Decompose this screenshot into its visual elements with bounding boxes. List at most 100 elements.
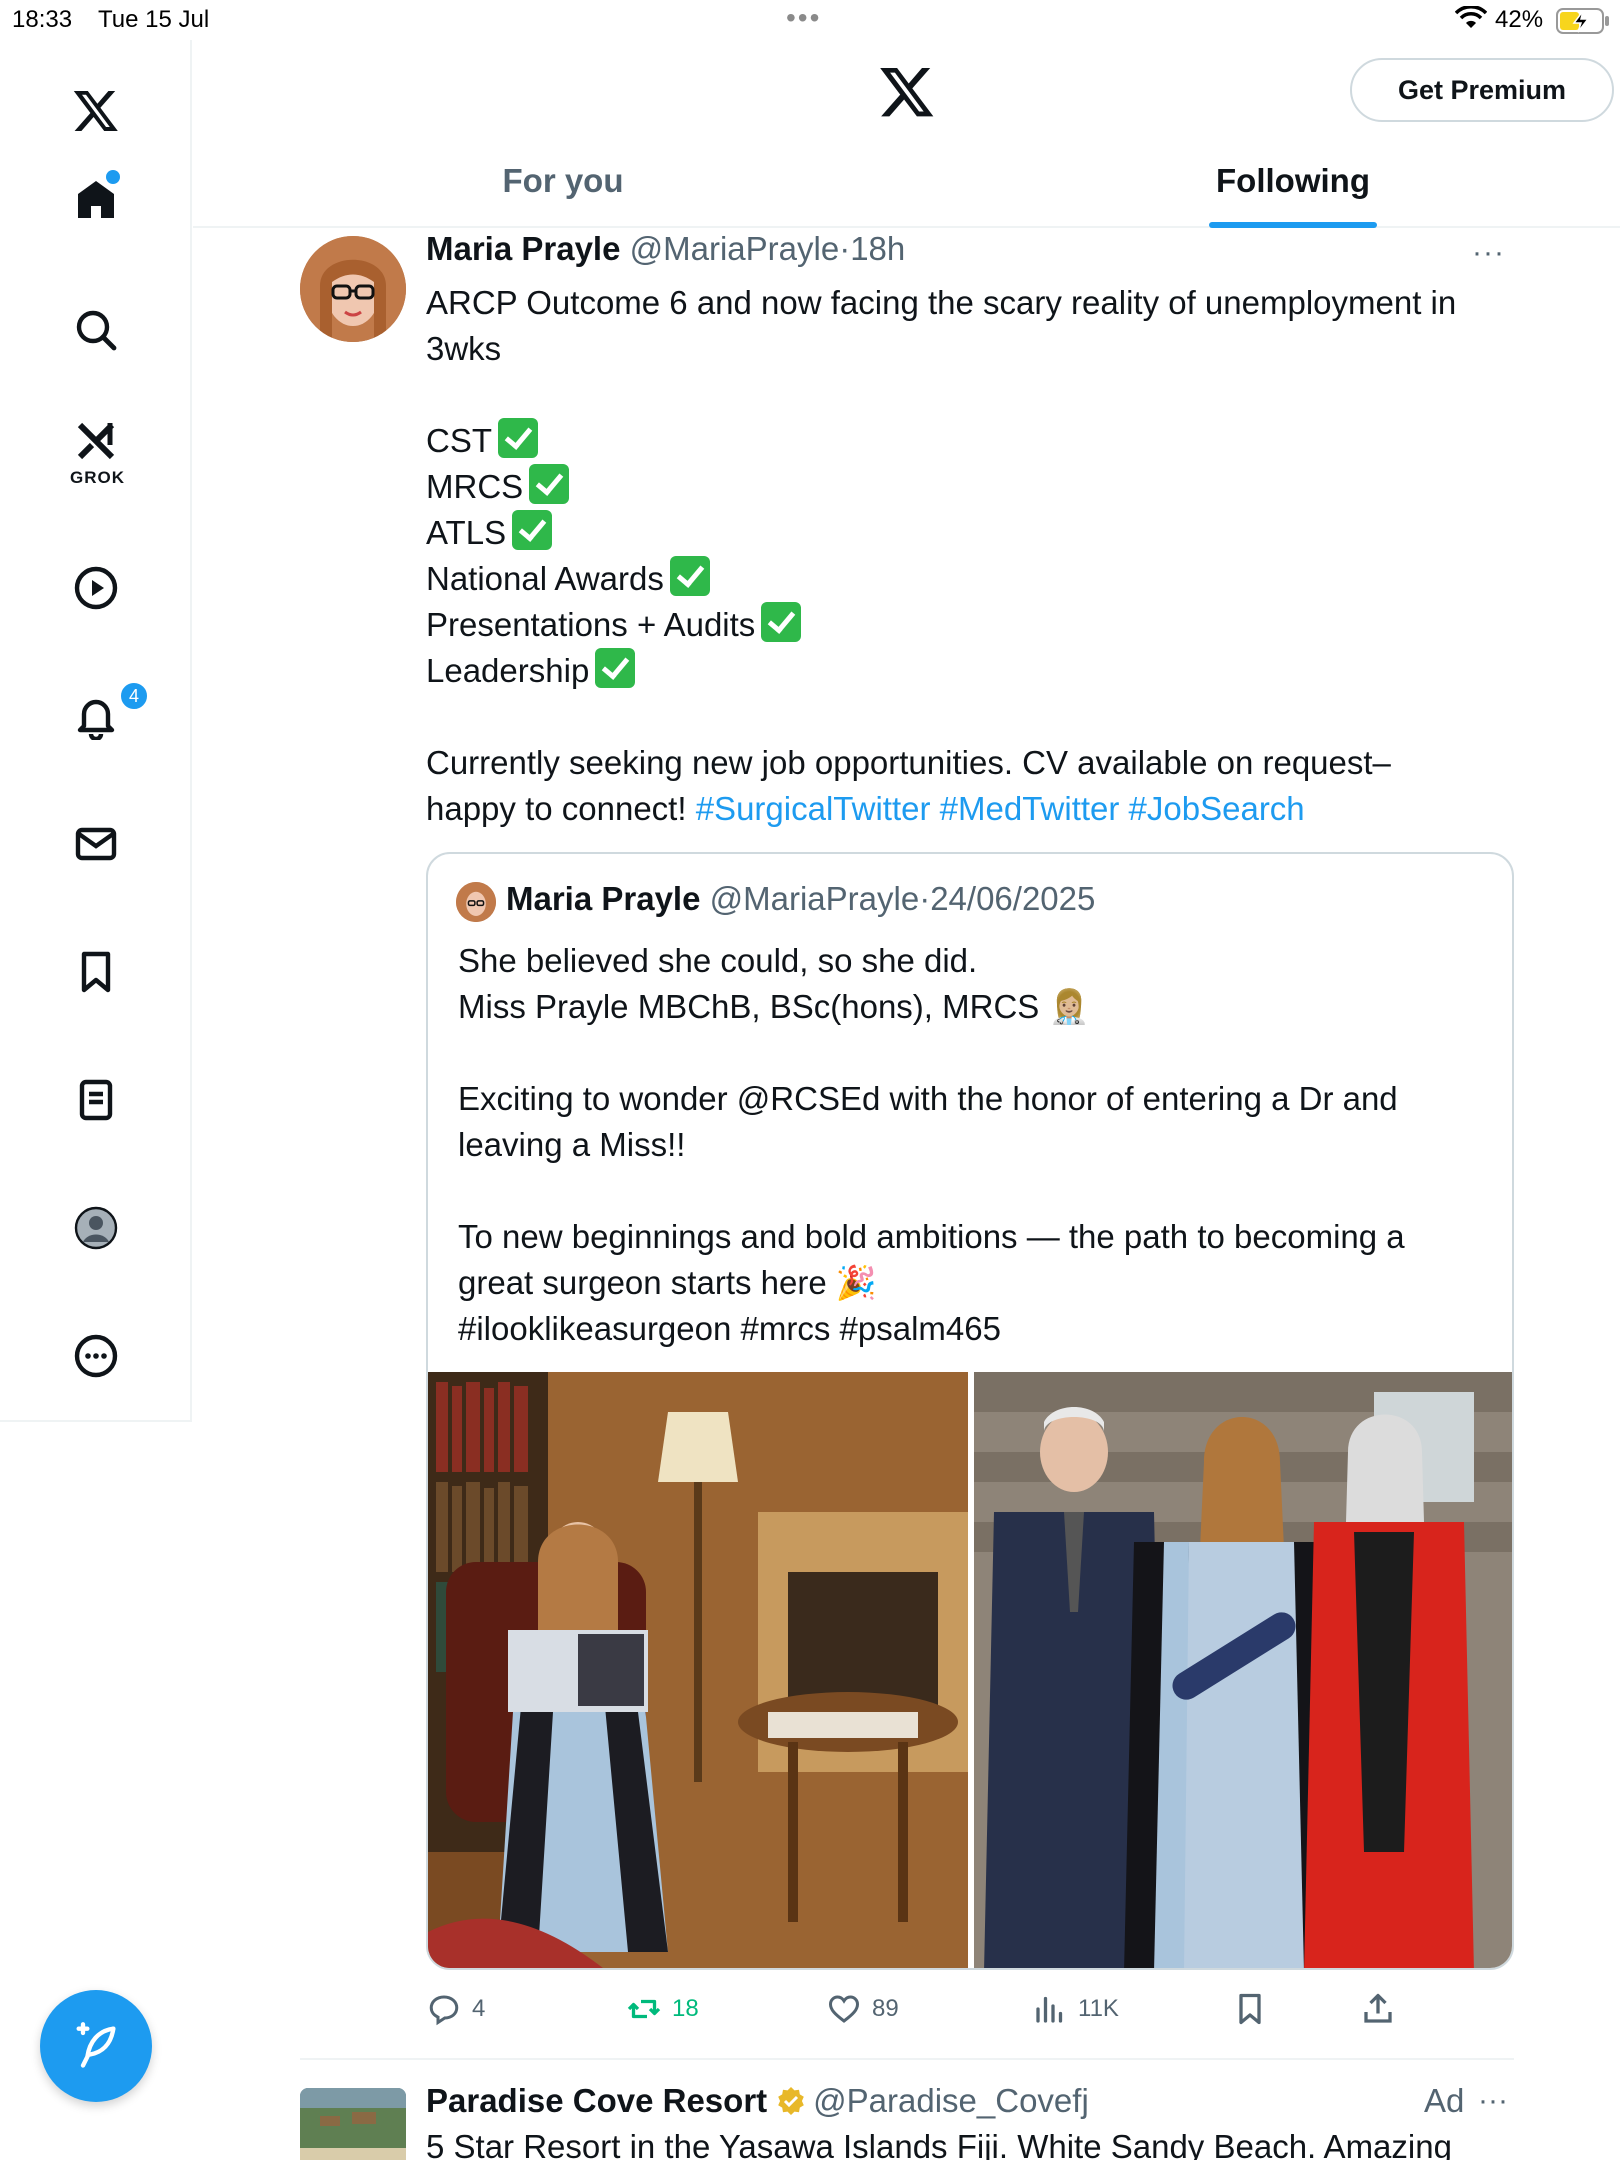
ad-tweet-text: 5 Star Resort in the Yasawa Islands Fiji… <box>426 2128 1452 2160</box>
sidebar-item-notifications[interactable]: 4 <box>56 676 150 756</box>
repost-icon <box>627 1999 661 2019</box>
bookmark-button[interactable] <box>1232 1984 1278 2034</box>
tweet-text-fragment: happy to connect! <box>426 790 696 827</box>
ad-author-avatar[interactable] <box>300 2088 406 2160</box>
tweet-photo-library[interactable] <box>428 1372 968 1968</box>
checklist-item: MRCS <box>426 464 1506 510</box>
quoted-author-name[interactable]: Maria Prayle <box>506 880 700 917</box>
views-chart-icon <box>1036 1996 1063 2023</box>
tweet-more-button[interactable]: ··· <box>1472 236 1505 270</box>
repost-count: 18 <box>672 1995 699 2022</box>
grok-icon <box>77 422 115 460</box>
ad-author-handle[interactable]: @Paradise_Covefj <box>813 2082 1089 2119</box>
quoted-tweet-header: Maria Prayle @MariaPrayle·24/06/2025 <box>506 880 1095 918</box>
list-icon <box>79 1079 113 1121</box>
battery-percentage: 42% <box>1495 6 1544 33</box>
sidebar-item-profile[interactable] <box>56 1188 136 1268</box>
status-date: Tue 15 Jul <box>98 6 210 33</box>
tab-for-you[interactable]: For you <box>433 140 693 228</box>
tweet-text-line: happy to connect! #SurgicalTwitter #MedT… <box>426 786 1506 832</box>
tweet-actions: 4 18 89 11K <box>426 1984 1526 2034</box>
check-mark-icon <box>595 648 636 688</box>
battery-charging-icon <box>1556 8 1609 34</box>
notifications-count-badge: 4 <box>118 680 150 712</box>
checklist-item-label: ATLS <box>426 514 507 551</box>
library-photo-illustration <box>428 1372 968 1968</box>
quoted-text-line: She believed she could, so she did. <box>458 942 978 979</box>
checklist-item-label: Leadership <box>426 652 590 689</box>
author-avatar[interactable] <box>300 236 406 342</box>
tweet-text-line: 3wks <box>426 330 502 367</box>
avatar-portrait <box>456 882 496 922</box>
tab-following[interactable]: Following <box>1143 140 1443 228</box>
share-button[interactable] <box>1360 1984 1406 2034</box>
hashtag-link[interactable]: #JobSearch <box>1129 790 1305 827</box>
sidebar-item-explore[interactable] <box>56 290 136 370</box>
check-mark-icon <box>529 464 570 504</box>
sidebar-item-more[interactable] <box>56 1316 136 1396</box>
tweet-text-line: Currently seeking new job opportunities.… <box>426 744 1391 781</box>
ad-author-name[interactable]: Paradise Cove Resort <box>426 2082 767 2119</box>
x-logo-icon[interactable] <box>878 62 936 120</box>
quoted-text-line: great surgeon starts here 🎉 <box>458 1264 877 1301</box>
repost-button[interactable]: 18 <box>626 1984 699 2034</box>
hashtag-link[interactable]: #SurgicalTwitter <box>696 790 931 827</box>
tab-for-you-label: For you <box>502 162 624 199</box>
sidebar-item-bookmarks[interactable] <box>56 932 136 1012</box>
reply-icon <box>429 1995 459 2026</box>
checklist-item: Leadership <box>426 648 1506 694</box>
quoted-text-line: Exciting to wonder @RCSEd with the honor… <box>458 1080 1398 1117</box>
compose-post-button[interactable] <box>40 1990 152 2102</box>
quoted-text-line: leaving a Miss!! <box>458 1126 686 1163</box>
check-mark-icon <box>761 602 802 642</box>
wifi-icon <box>1455 6 1487 28</box>
ad-more-button[interactable]: ··· <box>1478 2084 1508 2118</box>
checklist-item-label: National Awards <box>426 560 664 597</box>
quoted-author-handle[interactable]: @MariaPrayle <box>710 880 920 917</box>
sidebar-item-messages[interactable] <box>56 804 136 884</box>
checklist-item: Presentations + Audits <box>426 602 1506 648</box>
like-button[interactable]: 89 <box>826 1984 899 2034</box>
hashtag-link[interactable]: #MedTwitter <box>940 790 1120 827</box>
family-photo-illustration <box>974 1372 1512 1968</box>
sidebar-item-grok[interactable]: GROK <box>56 410 136 490</box>
compose-feather-icon <box>76 2022 116 2068</box>
quoted-tweet-body: She believed she could, so she did. Miss… <box>458 938 1488 1352</box>
quoted-tweet[interactable]: Maria Prayle @MariaPrayle·24/06/2025 She… <box>426 852 1514 1970</box>
sidebar-divider <box>0 1420 192 1422</box>
timeline-header: Get Premium For you Following <box>193 40 1620 228</box>
views-button[interactable]: 11K <box>1032 1984 1119 2034</box>
x-logo-icon <box>73 91 118 131</box>
tweet-photo-family[interactable] <box>974 1372 1512 1968</box>
quoted-tweet-date[interactable]: 24/06/2025 <box>930 880 1095 917</box>
header-separator: · <box>839 230 851 267</box>
quoted-text-line: #ilooklikeasurgeon #mrcs #psalm465 <box>458 1310 1001 1347</box>
tweet-time[interactable]: 18h <box>850 230 905 267</box>
profile-avatar-icon <box>74 1206 118 1250</box>
active-tab-indicator <box>1209 222 1377 228</box>
tweet-header: Maria Prayle @MariaPrayle·18h <box>426 230 905 268</box>
author-name[interactable]: Maria Prayle <box>426 230 620 267</box>
sidebar-item-x-logo[interactable] <box>56 70 136 150</box>
sidebar-item-videos[interactable] <box>56 548 136 628</box>
mail-icon <box>75 827 117 861</box>
get-premium-button[interactable]: Get Premium <box>1350 58 1614 122</box>
heart-icon <box>828 1995 860 2023</box>
checklist-item-label: CST <box>426 422 492 459</box>
avatar-portrait <box>300 236 406 342</box>
reply-button[interactable]: 4 <box>426 1984 485 2034</box>
tweet-divider <box>300 2058 1514 2060</box>
sidebar-item-lists[interactable] <box>56 1060 136 1140</box>
home-unread-dot <box>106 170 120 184</box>
checklist-item: ATLS <box>426 510 1506 556</box>
tab-following-label: Following <box>1216 162 1370 199</box>
sidebar-item-home[interactable] <box>56 160 136 240</box>
like-count: 89 <box>872 1995 899 2022</box>
resort-thumbnail <box>300 2088 406 2160</box>
author-handle[interactable]: @MariaPrayle <box>630 230 840 267</box>
quoted-author-avatar[interactable] <box>456 882 496 922</box>
multitasking-dots-icon[interactable]: ••• <box>786 2 821 34</box>
views-count: 11K <box>1078 1995 1119 2022</box>
share-icon <box>1364 1993 1392 2023</box>
verified-gold-badge-icon <box>778 2087 804 2115</box>
